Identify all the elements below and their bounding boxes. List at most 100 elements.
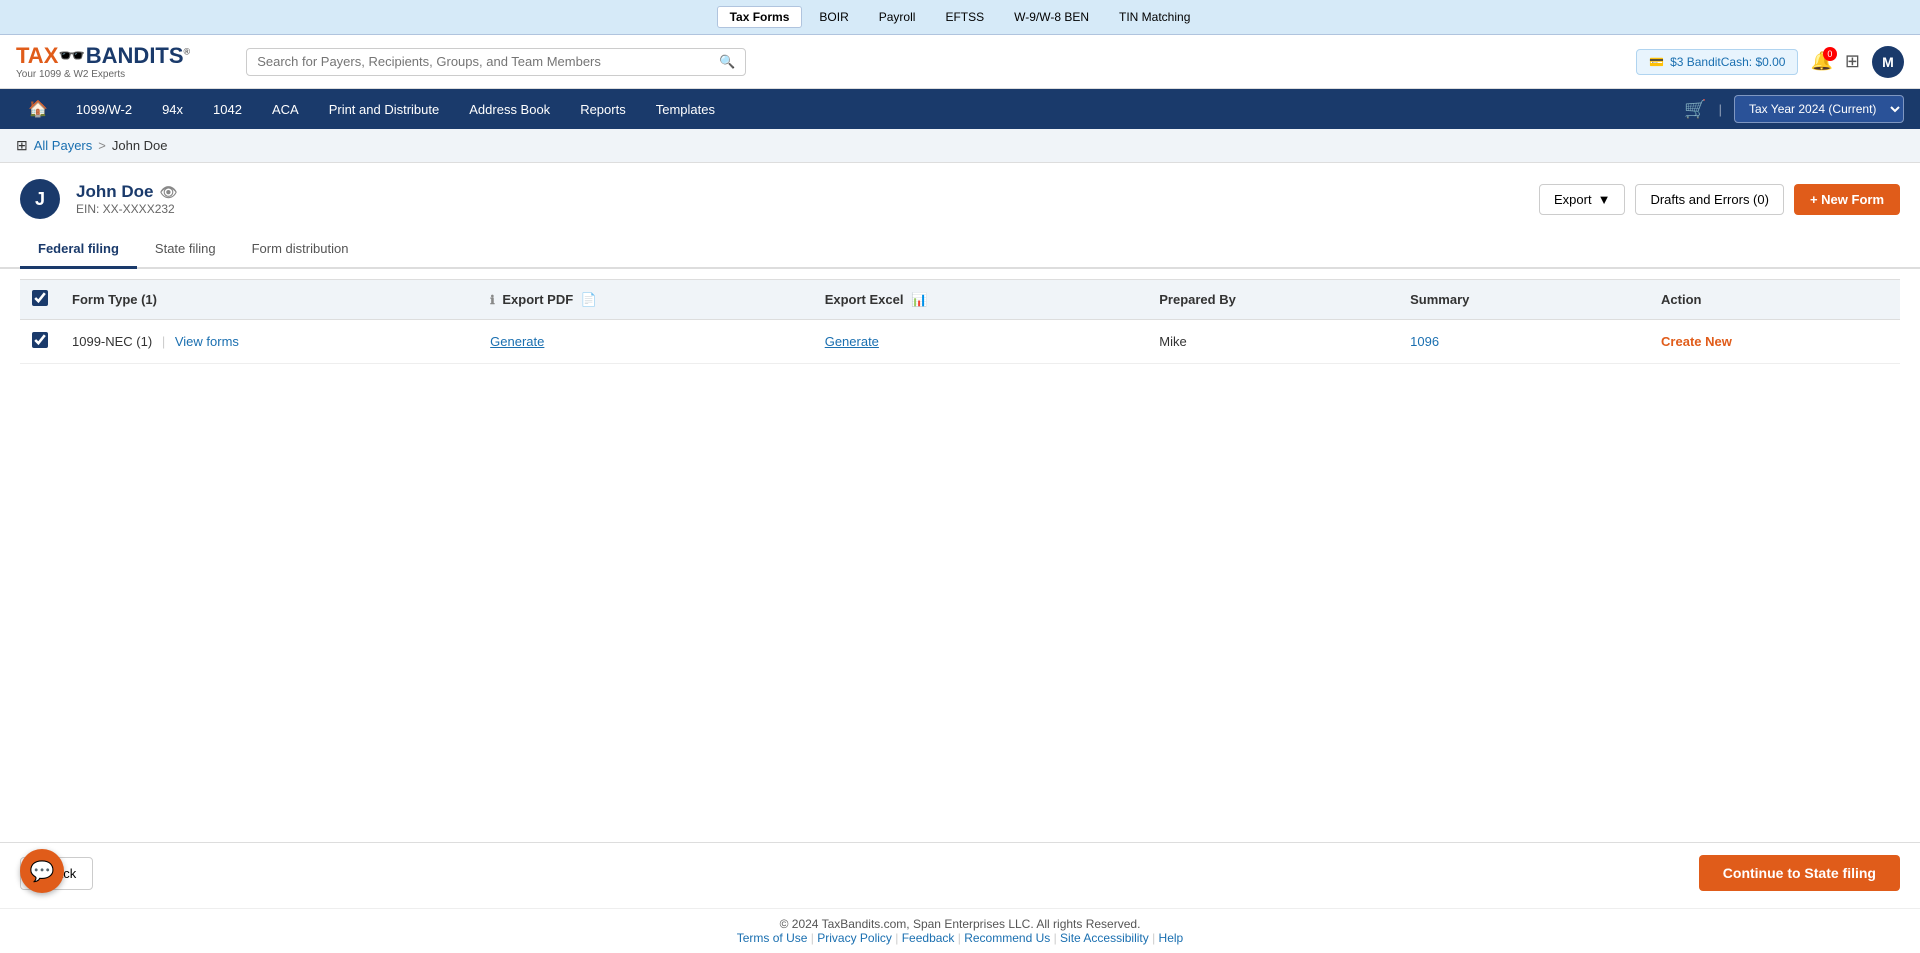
col-summary: Summary [1398,280,1649,320]
breadcrumb-all-payers[interactable]: All Payers [34,138,93,153]
top-nav: Tax Forms BOIR Payroll EFTSS W-9/W-8 BEN… [0,0,1920,35]
col-prepared-by: Prepared By [1147,280,1398,320]
notification-badge: 0 [1823,47,1837,61]
notification-bell[interactable]: 🔔 0 [1810,51,1832,72]
tax-year-select[interactable]: Tax Year 2024 (Current) [1734,95,1904,123]
view-forms-link[interactable]: View forms [175,334,239,349]
breadcrumb: ⊞ All Payers > John Doe [0,129,1920,163]
payer-ein: EIN: XX-XXXX232 [76,202,1523,216]
nav-reports[interactable]: Reports [566,90,640,129]
bandit-cash-label: $3 BanditCash: $0.00 [1670,55,1785,69]
export-pdf-info-icon: ℹ [490,293,495,307]
col-form-type: Form Type (1) [60,280,478,320]
footer: © 2024 TaxBandits.com, Span Enterprises … [0,908,1920,953]
tabs: Federal filing State filing Form distrib… [0,231,1920,269]
tab-form-distribution[interactable]: Form distribution [234,231,367,269]
logo-subtitle: Your 1099 & W2 Experts [16,69,190,80]
grid-icon[interactable]: ⊞ [1845,51,1860,72]
bandit-cash-icon: 💳 [1649,55,1664,69]
header-right: 💳 $3 BanditCash: $0.00 🔔 0 ⊞ M [1636,46,1904,78]
search-bar[interactable]: 🔍 [246,48,746,76]
chat-icon: 💬 [30,859,55,884]
col-action: Action [1649,280,1900,320]
nav-94x[interactable]: 94x [148,90,197,129]
payer-avatar: J [20,179,60,219]
row-separator: | [162,334,165,349]
generate-excel-link[interactable]: Generate [825,334,879,349]
col-export-excel: Export Excel 📊 [813,280,1148,320]
form-type-label: 1099-NEC (1) [72,334,152,349]
new-form-button[interactable]: + New Form [1794,184,1900,215]
summary-link[interactable]: 1096 [1410,334,1439,349]
generate-pdf-link[interactable]: Generate [490,334,544,349]
footer-accessibility-link[interactable]: Site Accessibility [1060,931,1149,945]
chat-bubble[interactable]: 💬 [20,849,64,893]
footer-links: Terms of Use | Privacy Policy | Feedback… [8,931,1912,945]
row-export-pdf: Generate [478,320,813,364]
breadcrumb-separator: > [98,138,106,153]
payer-actions: Export ▼ Drafts and Errors (0) + New For… [1539,184,1900,215]
payer-info: John Doe 👁 EIN: XX-XXXX232 [76,182,1523,216]
eye-icon[interactable]: 👁 [159,184,177,201]
nav-print-distribute[interactable]: Print and Distribute [315,90,454,129]
tab-federal-filing[interactable]: Federal filing [20,231,137,269]
logo: TAX🕶️BANDITS® Your 1099 & W2 Experts [16,43,190,80]
top-nav-tin[interactable]: TIN Matching [1106,6,1203,28]
drafts-errors-button[interactable]: Drafts and Errors (0) [1635,184,1783,215]
nav-aca[interactable]: ACA [258,90,313,129]
table-row: 1099-NEC (1) | View forms Generate Gener… [20,320,1900,364]
footer-help-link[interactable]: Help [1159,931,1184,945]
footer-terms-link[interactable]: Terms of Use [737,931,808,945]
create-new-link[interactable]: Create New [1661,334,1732,349]
continue-button[interactable]: Continue to State filing [1699,855,1900,891]
top-nav-w9[interactable]: W-9/W-8 BEN [1001,6,1102,28]
nav-1042[interactable]: 1042 [199,90,256,129]
breadcrumb-current: John Doe [112,138,168,153]
search-input[interactable] [257,54,719,69]
content-area: J John Doe 👁 EIN: XX-XXXX232 Export ▼ Dr… [0,163,1920,916]
search-icon[interactable]: 🔍 [719,54,735,70]
pdf-icon: 📄 [581,292,597,307]
breadcrumb-icon: ⊞ [16,137,28,154]
payer-name-text: John Doe [76,182,153,202]
top-nav-boir[interactable]: BOIR [806,6,861,28]
tab-state-filing[interactable]: State filing [137,231,234,269]
top-nav-eftss[interactable]: EFTSS [932,6,997,28]
forms-table-container: Form Type (1) ℹ Export PDF 📄 Export Exce… [0,279,1920,364]
header: TAX🕶️BANDITS® Your 1099 & W2 Experts 🔍 💳… [0,35,1920,89]
row-action: Create New [1649,320,1900,364]
footer-recommend-link[interactable]: Recommend Us [964,931,1050,945]
header-checkbox-cell [20,280,60,320]
export-button[interactable]: Export ▼ [1539,184,1625,215]
footer-feedback-link[interactable]: Feedback [902,931,955,945]
payer-header: J John Doe 👁 EIN: XX-XXXX232 Export ▼ Dr… [0,163,1920,219]
nav-separator: | [1719,102,1722,117]
row-export-excel: Generate [813,320,1148,364]
row-checkbox-cell [20,320,60,364]
top-nav-payroll[interactable]: Payroll [866,6,929,28]
forms-table: Form Type (1) ℹ Export PDF 📄 Export Exce… [20,279,1900,364]
footer-privacy-link[interactable]: Privacy Policy [817,931,892,945]
export-label: Export [1554,192,1592,207]
table-header-row: Form Type (1) ℹ Export PDF 📄 Export Exce… [20,280,1900,320]
home-icon[interactable]: 🏠 [16,89,60,129]
nav-1099-w2[interactable]: 1099/W-2 [62,90,146,129]
bandit-cash[interactable]: 💳 $3 BanditCash: $0.00 [1636,49,1798,75]
avatar[interactable]: M [1872,46,1904,78]
main-nav: 🏠 1099/W-2 94x 1042 ACA Print and Distri… [0,89,1920,129]
top-nav-tax-forms[interactable]: Tax Forms [717,6,803,28]
col-export-pdf: ℹ Export PDF 📄 [478,280,813,320]
row-checkbox[interactable] [32,332,48,348]
cart-icon[interactable]: 🛒 [1684,99,1706,120]
nav-address-book[interactable]: Address Book [455,90,564,129]
nav-right: 🛒 | Tax Year 2024 (Current) [1684,95,1904,123]
export-chevron-icon: ▼ [1598,192,1611,207]
copyright-text: © 2024 TaxBandits.com, Span Enterprises … [8,917,1912,931]
excel-icon: 📊 [911,292,927,307]
nav-templates[interactable]: Templates [642,90,729,129]
row-summary: 1096 [1398,320,1649,364]
select-all-checkbox[interactable] [32,290,48,306]
bottom-bar: ‹ Back Continue to State filing [0,842,1920,903]
row-prepared-by: Mike [1147,320,1398,364]
row-form-type: 1099-NEC (1) | View forms [60,320,478,364]
